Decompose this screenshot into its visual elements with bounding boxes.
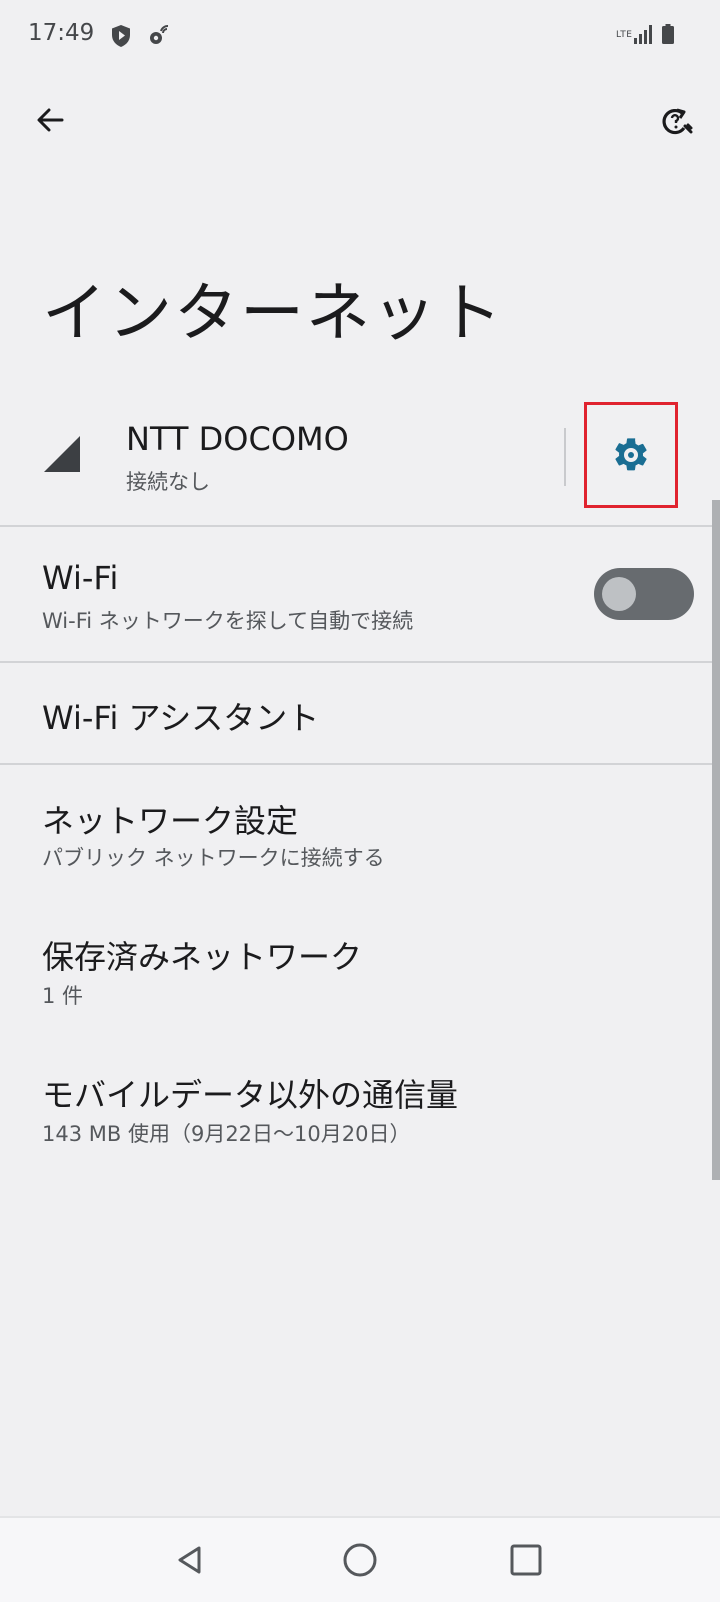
help-refresh-icon (662, 108, 693, 135)
nav-recents-button[interactable] (504, 1538, 548, 1582)
navigation-bar (0, 1516, 720, 1602)
wifi-toggle[interactable] (594, 568, 694, 620)
non-mobile-data-usage-item[interactable]: モバイルデータ以外の通信量 143 MB 使用（9月22日〜10月20日） (0, 1046, 700, 1166)
carrier-settings-button[interactable] (584, 402, 678, 508)
shield-icon (110, 24, 132, 52)
saved-networks-summary: 1 件 (42, 984, 84, 1008)
carrier-name: NTT DOCOMO (126, 420, 349, 458)
network-settings-summary: パブリック ネットワークに接続する (42, 846, 385, 870)
nav-back-icon (178, 1546, 201, 1574)
back-button[interactable] (26, 96, 74, 144)
divider (0, 763, 720, 765)
carrier-item[interactable]: NTT DOCOMO 接続なし (0, 390, 720, 526)
gear-icon (615, 438, 647, 471)
battery-icon (662, 24, 674, 48)
nav-home-button[interactable] (338, 1538, 382, 1582)
page-title: インターネット (42, 277, 504, 351)
nav-back-button[interactable] (168, 1538, 212, 1582)
network-settings-title: ネットワーク設定 (42, 802, 299, 840)
saved-networks-title: 保存済みネットワーク (42, 938, 363, 976)
cellular-signal-icon (44, 436, 80, 476)
wifi-assistant-item[interactable]: Wi-Fi アシスタント (0, 663, 700, 763)
status-bar: 17:49 LTE (0, 0, 720, 72)
nav-recents-icon (510, 1544, 542, 1576)
arrow-left-icon (37, 108, 64, 132)
help-button[interactable] (652, 98, 700, 146)
wifi-title: Wi-Fi (42, 559, 119, 597)
scrollbar[interactable] (712, 500, 720, 1180)
non-mobile-data-title: モバイルデータ以外の通信量 (42, 1076, 459, 1114)
signal-icon (634, 24, 654, 48)
carrier-status: 接続なし (126, 470, 210, 494)
network-type-label: LTE (616, 30, 633, 40)
toggle-knob (602, 577, 636, 611)
non-mobile-data-summary: 143 MB 使用（9月22日〜10月20日） (42, 1122, 411, 1146)
wifi-assistant-title: Wi-Fi アシスタント (42, 699, 320, 737)
wifi-summary: Wi-Fi ネットワークを探して自動で接続 (42, 609, 414, 633)
carrier-divider (564, 428, 566, 486)
saved-networks-item[interactable]: 保存済みネットワーク 1 件 (0, 908, 700, 1028)
status-time: 17:49 (28, 20, 95, 46)
nav-home-icon (343, 1543, 377, 1577)
gear-icon (148, 25, 172, 51)
network-settings-item[interactable]: ネットワーク設定 パブリック ネットワークに接続する (0, 770, 700, 890)
